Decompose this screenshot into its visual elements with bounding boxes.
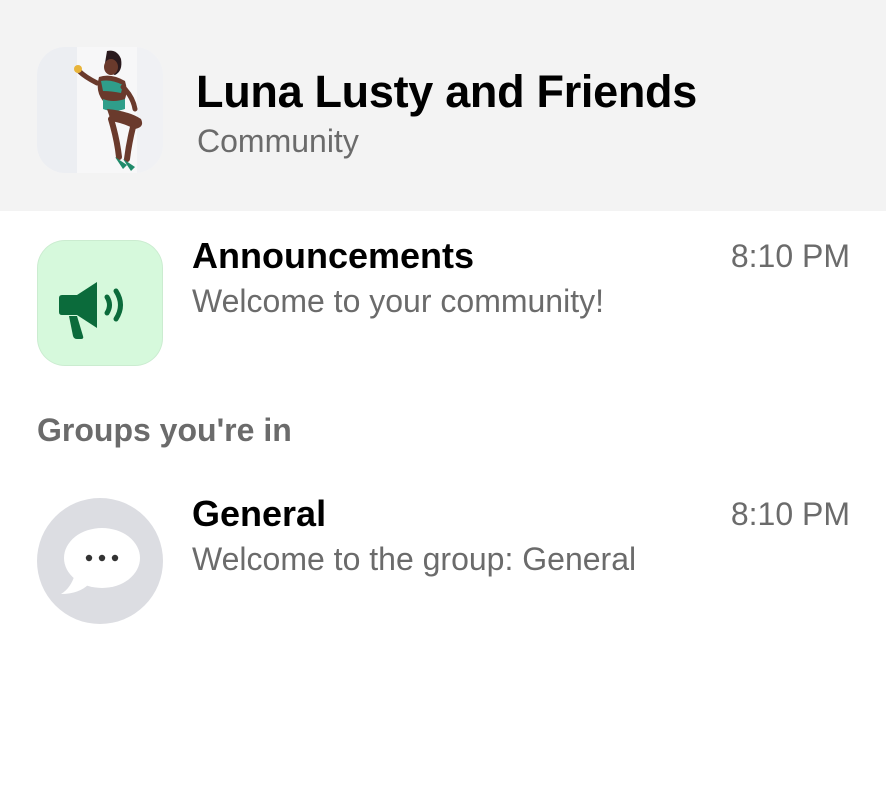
chat-preview: Welcome to your community! <box>192 283 604 319</box>
community-screen: Luna Lusty and Friends Community Announc… <box>0 0 886 785</box>
community-photo-image <box>37 47 163 173</box>
community-title: Luna Lusty and Friends <box>196 66 697 117</box>
chat-name: General <box>192 493 327 534</box>
community-subtitle: Community <box>197 123 359 159</box>
group-avatar <box>37 498 163 624</box>
group-row-general[interactable]: General 8:10 PM Welcome to the group: Ge… <box>0 486 886 626</box>
chat-time: 8:10 PM <box>730 496 850 532</box>
announcements-avatar <box>37 240 163 366</box>
groups-section-heading: Groups you're in <box>37 412 292 448</box>
community-avatar[interactable] <box>37 47 163 173</box>
megaphone-icon <box>59 282 123 339</box>
chat-name: Announcements <box>192 235 475 276</box>
community-header: Luna Lusty and Friends Community <box>0 0 886 211</box>
announcements-row[interactable]: Announcements 8:10 PM Welcome to your co… <box>0 228 886 368</box>
speech-bubble-icon <box>61 528 140 594</box>
chat-preview: Welcome to the group: General <box>192 541 637 577</box>
chat-time: 8:10 PM <box>730 238 850 274</box>
